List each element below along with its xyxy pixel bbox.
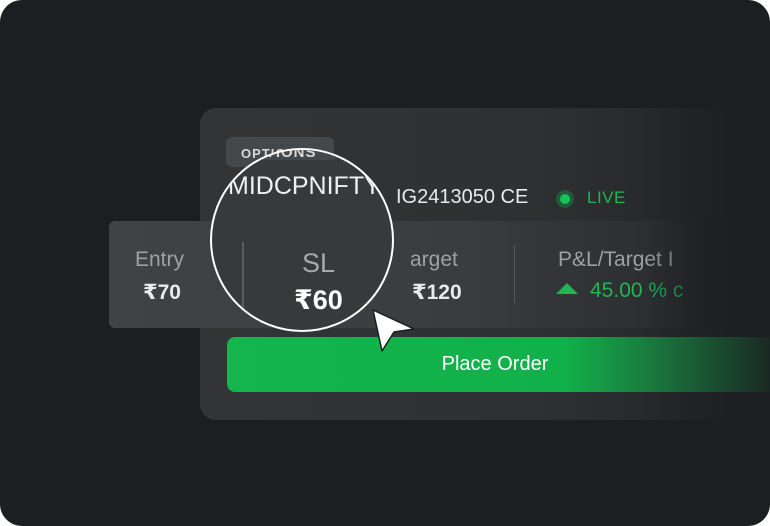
trend-up-icon xyxy=(556,283,578,294)
pnl-target-label: P&L/Target I xyxy=(558,248,674,271)
pnl-value-text: 45.00 % c xyxy=(590,279,684,302)
magnifier-lens: OPTIONS MIDCPNIFTY2 SL ₹60 xyxy=(210,148,394,332)
app-frame: OPTIONS IG2413050 CE LIVE Entry ₹70 arge… xyxy=(0,0,770,526)
entry-value: ₹70 xyxy=(143,281,181,304)
sl-label: SL xyxy=(302,248,336,278)
pointer-cursor-icon xyxy=(372,309,415,352)
target-label: arget xyxy=(410,248,458,271)
instrument-symbol: IG2413050 CE xyxy=(396,186,529,208)
live-status-label: LIVE xyxy=(587,188,626,207)
magnified-divider xyxy=(242,242,244,322)
sl-value: ₹60 xyxy=(294,285,343,315)
entry-label: Entry xyxy=(135,248,185,271)
place-order-label: Place Order xyxy=(441,353,549,375)
magnified-badge-text: OPTIONS xyxy=(242,148,317,161)
stats-divider xyxy=(514,245,515,303)
pnl-value: 45.00 % c xyxy=(556,279,683,303)
order-stats-panel xyxy=(109,221,749,328)
place-order-button[interactable]: Place Order xyxy=(227,337,770,392)
magnified-symbol: MIDCPNIFTY2 xyxy=(228,172,394,200)
target-value: ₹120 xyxy=(412,281,462,304)
live-dot-icon xyxy=(556,190,574,208)
